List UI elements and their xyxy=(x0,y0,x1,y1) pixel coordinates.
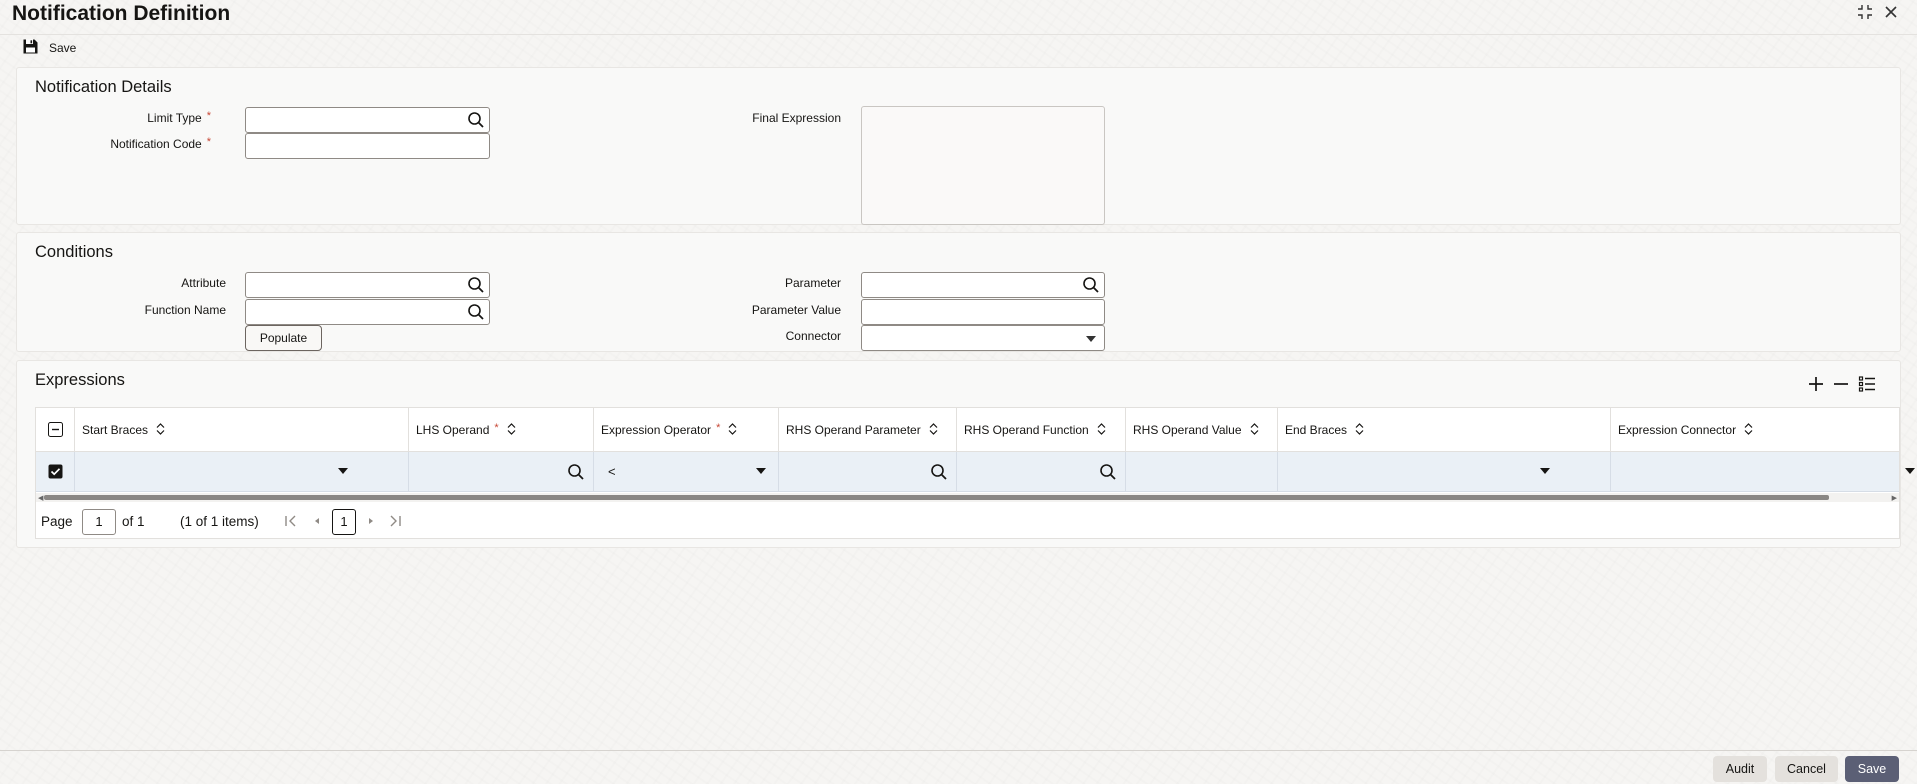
parameter-label: Parameter xyxy=(784,276,841,290)
sort-icon[interactable] xyxy=(1744,409,1753,453)
scroll-left-icon[interactable]: ◀ xyxy=(38,494,43,502)
search-icon[interactable] xyxy=(1082,276,1100,297)
notification-code-label: Notification Code * xyxy=(110,136,211,151)
close-icon[interactable] xyxy=(1882,3,1900,26)
scroll-right-icon[interactable]: ▶ xyxy=(1892,494,1897,502)
last-page-icon[interactable] xyxy=(388,513,402,532)
notification-code-input[interactable] xyxy=(245,133,490,159)
sort-icon[interactable] xyxy=(1097,409,1106,453)
sort-icon[interactable] xyxy=(1250,409,1259,453)
conditions-panel: Conditions Attribute Function Name Popul… xyxy=(16,232,1901,352)
dropdown-caret-icon xyxy=(1086,336,1096,342)
search-icon[interactable] xyxy=(930,463,948,484)
column-header-start-braces[interactable]: Start Braces xyxy=(74,408,408,452)
limit-type-input[interactable] xyxy=(245,107,490,133)
table-row[interactable]: < xyxy=(36,452,1915,492)
page-of-label: of 1 xyxy=(122,514,145,529)
toolbar-save-label: Save xyxy=(49,41,77,55)
cell-end-braces[interactable] xyxy=(1277,452,1610,492)
column-header-expression-connector[interactable]: Expression Connector xyxy=(1610,408,1915,452)
expressions-grid: Start Braces LHS Operand * Expression Ope… xyxy=(35,407,1915,539)
title-divider xyxy=(0,34,1917,35)
search-icon[interactable] xyxy=(467,111,485,132)
current-page-button[interactable]: 1 xyxy=(332,509,356,535)
column-header-rhs-operand-parameter[interactable]: RHS Operand Parameter xyxy=(778,408,956,452)
sort-icon[interactable] xyxy=(156,409,165,453)
required-indicator: * xyxy=(494,422,499,434)
collapse-icon[interactable] xyxy=(1856,3,1874,26)
search-icon[interactable] xyxy=(467,276,485,297)
search-icon[interactable] xyxy=(467,303,485,324)
cell-expression-operator[interactable]: < xyxy=(593,452,778,492)
cell-start-braces[interactable] xyxy=(74,452,408,492)
attribute-input[interactable] xyxy=(245,272,490,298)
column-header-lhs-operand[interactable]: LHS Operand * xyxy=(408,408,593,452)
audit-button[interactable]: Audit xyxy=(1713,756,1767,782)
parameter-value-label: Parameter Value xyxy=(751,303,841,317)
page-label: Page xyxy=(41,514,73,529)
connector-label: Connector xyxy=(785,329,841,343)
cell-lhs-operand[interactable] xyxy=(408,452,593,492)
page-number-input[interactable]: 1 xyxy=(82,509,116,535)
sort-icon[interactable] xyxy=(1355,409,1364,453)
first-page-icon[interactable] xyxy=(284,513,298,532)
search-icon[interactable] xyxy=(1099,463,1117,484)
connector-select[interactable] xyxy=(861,325,1105,351)
add-row-icon[interactable] xyxy=(1807,375,1825,396)
scrollbar-thumb[interactable] xyxy=(44,495,1829,500)
sort-icon[interactable] xyxy=(728,409,737,453)
expressions-panel: Expressions Start Braces LHS Operand * Ex… xyxy=(16,360,1915,548)
footer-divider xyxy=(0,750,1917,751)
row-select-checkbox[interactable] xyxy=(48,464,63,482)
column-header-rhs-operand-value[interactable]: RHS Operand Value xyxy=(1125,408,1277,452)
limit-type-label: Limit Type * xyxy=(147,110,211,125)
cell-expression-connector[interactable] xyxy=(1610,452,1915,492)
column-header-end-braces[interactable]: End Braces xyxy=(1277,408,1610,452)
dropdown-caret-icon[interactable] xyxy=(1905,468,1915,474)
search-icon[interactable] xyxy=(567,463,585,484)
function-name-input[interactable] xyxy=(245,299,490,325)
expressions-title: Expressions xyxy=(35,371,125,389)
final-expression-field[interactable] xyxy=(861,106,1105,225)
cell-rhs-operand-value[interactable] xyxy=(1125,452,1277,492)
pagination-bar: Page 1 of 1 (1 of 1 items) 1 xyxy=(36,508,1899,538)
conditions-title: Conditions xyxy=(35,243,113,261)
populate-button[interactable]: Populate xyxy=(245,325,322,351)
items-count-label: (1 of 1 items) xyxy=(180,514,259,529)
remove-row-icon[interactable] xyxy=(1832,375,1850,396)
dropdown-caret-icon[interactable] xyxy=(1540,468,1550,474)
column-header-rhs-operand-function[interactable]: RHS Operand Function xyxy=(956,408,1125,452)
dropdown-caret-icon[interactable] xyxy=(338,468,348,474)
horizontal-scrollbar[interactable]: ◀ ▶ xyxy=(36,493,1899,502)
parameter-value-input[interactable] xyxy=(861,299,1105,325)
prev-page-icon[interactable] xyxy=(312,513,322,532)
required-indicator: * xyxy=(206,136,211,148)
required-indicator: * xyxy=(206,110,211,122)
page-title: Notification Definition xyxy=(12,2,231,25)
attribute-label: Attribute xyxy=(181,276,226,290)
sort-icon[interactable] xyxy=(507,409,516,453)
cell-rhs-operand-function[interactable] xyxy=(956,452,1125,492)
sort-icon[interactable] xyxy=(929,409,938,453)
cell-rhs-operand-parameter[interactable] xyxy=(778,452,956,492)
final-expression-label: Final Expression xyxy=(752,111,841,125)
grid-header-row: Start Braces LHS Operand * Expression Ope… xyxy=(36,408,1899,452)
select-all-checkbox[interactable] xyxy=(48,422,63,440)
save-icon xyxy=(22,38,39,58)
dropdown-caret-icon[interactable] xyxy=(756,468,766,474)
toolbar-save-button[interactable]: Save xyxy=(22,38,76,58)
column-manager-icon[interactable] xyxy=(1858,375,1876,396)
parameter-input[interactable] xyxy=(861,272,1105,298)
required-indicator: * xyxy=(716,422,721,434)
column-header-expression-operator[interactable]: Expression Operator * xyxy=(593,408,778,452)
expression-operator-value: < xyxy=(608,464,616,479)
footer-save-button[interactable]: Save xyxy=(1845,756,1899,782)
cancel-button[interactable]: Cancel xyxy=(1775,756,1838,782)
function-name-label: Function Name xyxy=(144,303,226,317)
notification-details-title: Notification Details xyxy=(35,78,172,96)
next-page-icon[interactable] xyxy=(366,513,376,532)
notification-details-panel: Notification Details Limit Type * Notific… xyxy=(16,67,1901,225)
